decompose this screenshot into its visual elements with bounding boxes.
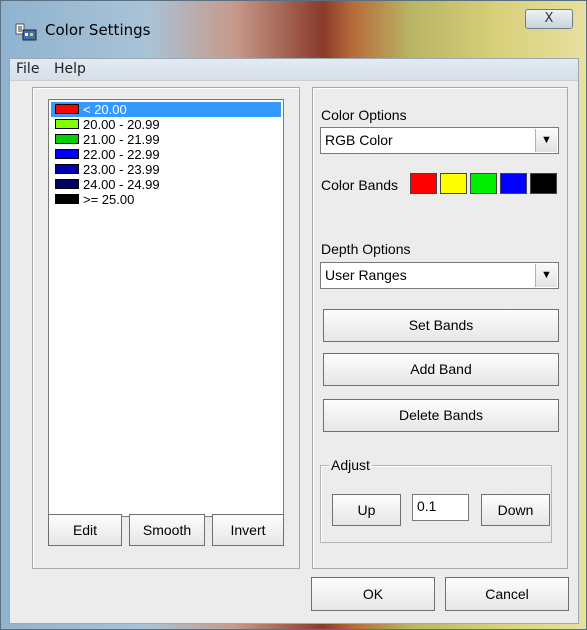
cancel-button[interactable]: Cancel [445,577,569,611]
list-item[interactable]: 21.00 - 21.99 [51,132,281,147]
color-band-swatch[interactable] [470,173,497,194]
band-label: >= 25.00 [83,192,135,207]
band-swatch [55,179,79,189]
step-input-value: 0.1 [417,498,437,514]
smooth-button[interactable]: Smooth [129,514,205,546]
window-title: Color Settings [45,21,151,39]
adjust-label: Adjust [329,457,372,473]
color-band-swatch[interactable] [410,173,437,194]
list-item[interactable]: 23.00 - 23.99 [51,162,281,177]
ok-button[interactable]: OK [311,577,435,611]
band-label: < 20.00 [83,102,127,117]
edit-button[interactable]: Edit [48,514,122,546]
list-item[interactable]: 24.00 - 24.99 [51,177,281,192]
color-options-select[interactable]: RGB Color ▼ [320,127,559,154]
menu-file[interactable]: File [16,61,39,77]
band-swatch [55,149,79,159]
list-item[interactable]: 22.00 - 22.99 [51,147,281,162]
band-swatch [55,119,79,129]
band-swatch [55,164,79,174]
color-options-value: RGB Color [325,132,393,148]
app-icon [15,23,37,41]
list-item[interactable]: >= 25.00 [51,192,281,207]
band-label: 24.00 - 24.99 [83,177,160,192]
menu-bar: File Help [10,59,578,81]
color-band-swatch[interactable] [500,173,527,194]
depth-options-select[interactable]: User Ranges ▼ [320,262,559,289]
add-band-button[interactable]: Add Band [323,353,559,386]
band-swatch [55,104,79,114]
color-options-label: Color Options [321,107,407,123]
depth-options-value: User Ranges [325,267,407,283]
list-item[interactable]: 20.00 - 20.99 [51,117,281,132]
dialog-client-area: File Help < 20.00 20.00 - 20.99 21.00 - … [9,58,579,624]
band-swatch [55,194,79,204]
band-label: 20.00 - 20.99 [83,117,160,132]
set-bands-button[interactable]: Set Bands [323,309,559,342]
chevron-down-icon: ▼ [535,264,557,287]
title-bar[interactable]: Color Settings X [1,1,587,59]
color-bands-list[interactable]: < 20.00 20.00 - 20.99 21.00 - 21.99 22.0… [48,99,284,517]
band-label: 23.00 - 23.99 [83,162,160,177]
color-band-swatch[interactable] [440,173,467,194]
close-icon: X [544,11,554,26]
color-bands-label: Color Bands [321,177,399,193]
band-swatch [55,134,79,144]
depth-options-label: Depth Options [321,241,411,257]
band-label: 21.00 - 21.99 [83,132,160,147]
color-band-swatch[interactable] [530,173,557,194]
color-bands-strip [408,169,559,201]
step-input[interactable]: 0.1 [412,494,469,521]
band-label: 22.00 - 22.99 [83,147,160,162]
menu-help[interactable]: Help [54,61,86,77]
list-item[interactable]: < 20.00 [51,102,281,117]
color-settings-window: Color Settings X File Help < 20.00 20.00… [0,0,587,630]
up-button[interactable]: Up [332,494,401,526]
invert-button[interactable]: Invert [212,514,284,546]
chevron-down-icon: ▼ [535,129,557,152]
delete-bands-button[interactable]: Delete Bands [323,399,559,432]
down-button[interactable]: Down [481,494,550,526]
close-button[interactable]: X [525,9,573,29]
